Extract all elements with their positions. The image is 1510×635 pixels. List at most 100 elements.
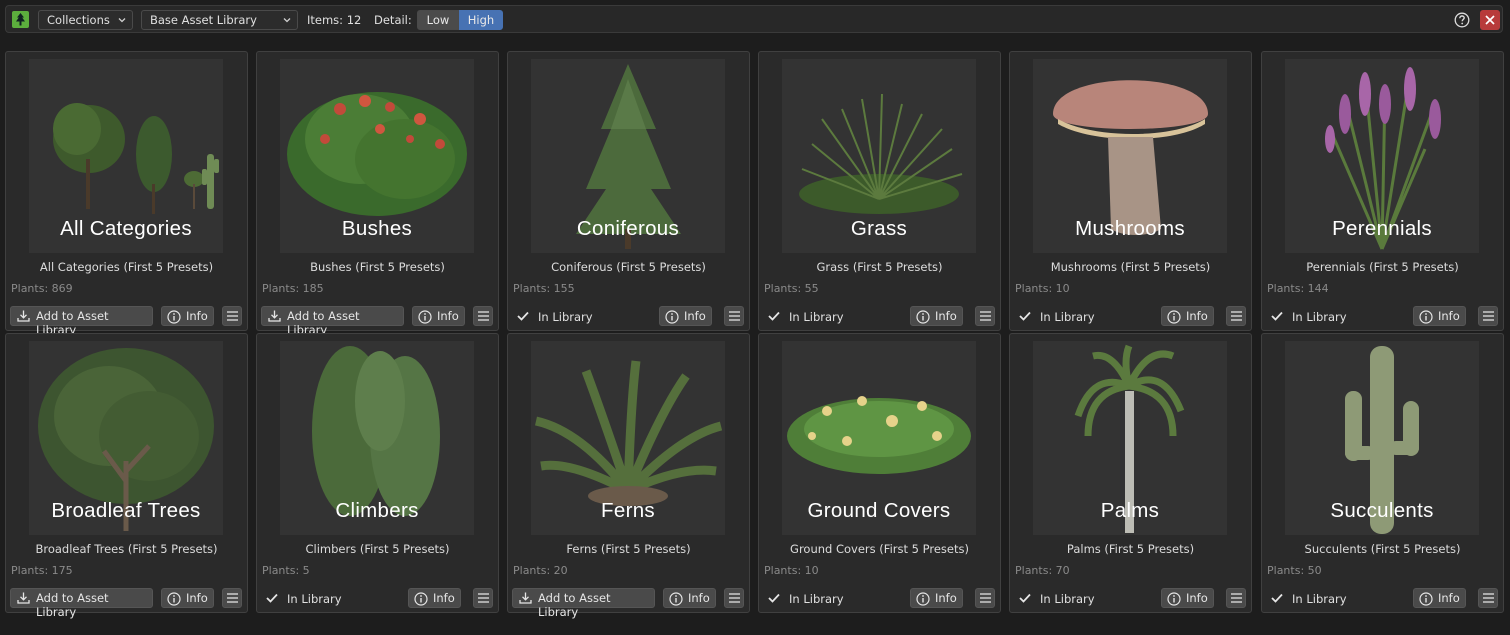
card-title: All Categories (First 5 Presets)	[39, 260, 214, 274]
preset-card[interactable]: Ferns Ferns (First 5 Presets) Plants: 20…	[507, 333, 750, 619]
hamburger-menu-icon	[227, 593, 238, 603]
card-title: Perennials (First 5 Presets)	[1306, 260, 1459, 274]
info-button[interactable]: Info	[1413, 306, 1466, 326]
detail-low-button[interactable]: Low	[417, 10, 459, 30]
help-button[interactable]	[1454, 12, 1470, 28]
in-library-label: In Library	[1292, 310, 1347, 324]
info-icon	[167, 310, 181, 324]
info-button[interactable]: Info	[910, 306, 963, 326]
preset-thumbnail[interactable]: Palms	[1033, 341, 1227, 535]
plant-count: Plants: 155	[513, 282, 575, 295]
preset-thumbnail[interactable]: Mushrooms	[1033, 59, 1227, 253]
plant-count: Plants: 5	[262, 564, 310, 577]
preset-thumbnail[interactable]: All Categories	[29, 59, 223, 253]
info-button[interactable]: Info	[910, 588, 963, 608]
preset-card[interactable]: Ground Covers Ground Covers (First 5 Pre…	[758, 333, 1001, 613]
add-to-asset-library-button[interactable]: Add to Asset Library	[261, 306, 404, 337]
add-button-label: Add to Asset Library	[36, 591, 109, 619]
in-library-label: In Library	[789, 310, 844, 324]
preset-card[interactable]: Perennials Perennials (First 5 Presets) …	[1261, 51, 1504, 331]
info-icon	[1419, 592, 1433, 606]
checkmark-icon	[1019, 593, 1031, 603]
detail-high-button[interactable]: High	[459, 10, 503, 30]
info-icon	[1419, 310, 1433, 324]
info-button-label: Info	[1438, 591, 1460, 605]
plant-count: Plants: 50	[1267, 564, 1322, 577]
add-button-label: Add to Asset Library	[538, 591, 611, 619]
checkmark-icon	[1271, 311, 1283, 321]
plant-count: Plants: 869	[11, 282, 73, 295]
items-count: Items: 12	[307, 13, 362, 27]
info-button[interactable]: Info	[161, 588, 214, 608]
preset-thumbnail[interactable]: Ferns	[531, 341, 725, 535]
card-title: Broadleaf Trees (First 5 Presets)	[35, 542, 218, 556]
card-menu-button[interactable]	[975, 306, 995, 326]
preset-thumbnail[interactable]: Succulents	[1285, 341, 1479, 535]
add-to-asset-library-button[interactable]: Add to Asset Library	[10, 306, 153, 337]
info-button[interactable]: Info	[659, 306, 712, 326]
preset-card[interactable]: Coniferous Coniferous (First 5 Presets) …	[507, 51, 750, 331]
checkmark-icon	[517, 311, 529, 321]
card-menu-button[interactable]	[1478, 306, 1498, 326]
info-icon	[916, 592, 930, 606]
add-to-asset-library-button[interactable]: Add to Asset Library	[10, 588, 153, 619]
info-button[interactable]: Info	[663, 588, 716, 608]
card-menu-button[interactable]	[724, 588, 744, 608]
info-button-label: Info	[935, 591, 957, 605]
info-button[interactable]: Info	[408, 588, 461, 608]
info-icon	[418, 310, 432, 324]
preset-card[interactable]: Grass Grass (First 5 Presets) Plants: 55…	[758, 51, 1001, 331]
preset-card[interactable]: Broadleaf Trees Broadleaf Trees (First 5…	[5, 333, 248, 619]
plant-count: Plants: 185	[262, 282, 324, 295]
preset-card[interactable]: Succulents Succulents (First 5 Presets) …	[1261, 333, 1504, 613]
preset-thumbnail[interactable]: Ground Covers	[782, 341, 976, 535]
detail-label: Detail:	[374, 13, 412, 27]
in-library-label: In Library	[789, 592, 844, 606]
info-button[interactable]: Info	[1413, 588, 1466, 608]
card-menu-button[interactable]	[222, 588, 242, 608]
card-menu-button[interactable]	[1478, 588, 1498, 608]
card-menu-button[interactable]	[1226, 588, 1246, 608]
info-button[interactable]: Info	[412, 306, 465, 326]
card-menu-button[interactable]	[1226, 306, 1246, 326]
hamburger-menu-icon	[478, 311, 489, 321]
preset-card[interactable]: Mushrooms Mushrooms (First 5 Presets) Pl…	[1009, 51, 1252, 331]
hamburger-menu-icon	[1483, 311, 1494, 321]
download-icon	[519, 592, 532, 604]
add-to-asset-library-button[interactable]: Add to Asset Library	[512, 588, 655, 619]
library-dropdown[interactable]: Base Asset Library	[141, 10, 298, 30]
checkmark-icon	[1019, 311, 1031, 321]
card-menu-button[interactable]	[724, 306, 744, 326]
close-button[interactable]	[1480, 10, 1500, 30]
info-button[interactable]: Info	[1161, 306, 1214, 326]
preset-thumbnail[interactable]: Broadleaf Trees	[29, 341, 223, 535]
preset-thumbnail[interactable]: Bushes	[280, 59, 474, 253]
hamburger-menu-icon	[980, 593, 991, 603]
preset-card[interactable]: All Categories All Categories (First 5 P…	[5, 51, 248, 337]
preset-thumbnail[interactable]: Coniferous	[531, 59, 725, 253]
thumbnail-label: Ground Covers	[807, 499, 951, 522]
info-button[interactable]: Info	[1161, 588, 1214, 608]
info-button-label: Info	[1186, 591, 1208, 605]
preset-thumbnail[interactable]: Perennials	[1285, 59, 1479, 253]
card-menu-button[interactable]	[222, 306, 242, 326]
card-title: Ferns (First 5 Presets)	[566, 542, 691, 556]
thumbnail-label: Ferns	[601, 499, 655, 522]
plant-count: Plants: 20	[513, 564, 568, 577]
preset-thumbnail[interactable]: Climbers	[280, 341, 474, 535]
card-menu-button[interactable]	[473, 588, 493, 608]
preset-card[interactable]: Climbers Climbers (First 5 Presets) Plan…	[256, 333, 499, 613]
plant-count: Plants: 10	[764, 564, 819, 577]
info-button[interactable]: Info	[161, 306, 214, 326]
collections-dropdown[interactable]: Collections	[38, 10, 133, 30]
checkmark-icon	[768, 311, 780, 321]
thumbnail-label: Succulents	[1330, 499, 1434, 522]
preset-thumbnail[interactable]: Grass	[782, 59, 976, 253]
preset-card[interactable]: Palms Palms (First 5 Presets) Plants: 70…	[1009, 333, 1252, 613]
card-menu-button[interactable]	[473, 306, 493, 326]
card-menu-button[interactable]	[975, 588, 995, 608]
info-button-label: Info	[186, 309, 208, 323]
preset-card[interactable]: Bushes Bushes (First 5 Presets) Plants: …	[256, 51, 499, 337]
info-button-label: Info	[1186, 309, 1208, 323]
info-icon	[1167, 310, 1181, 324]
